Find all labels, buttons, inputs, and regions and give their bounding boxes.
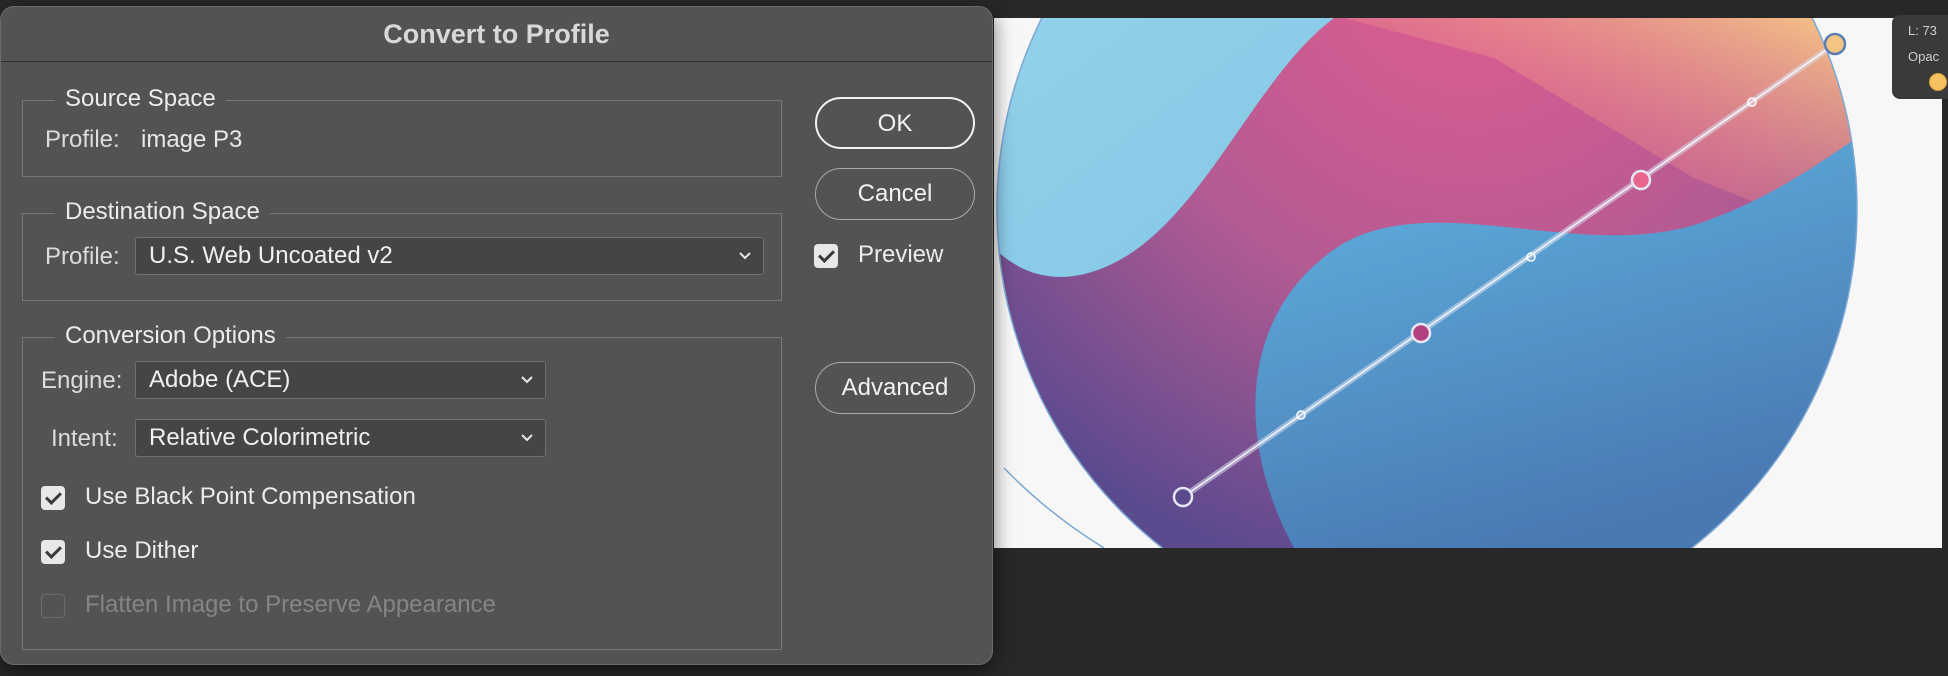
chevron-down-icon (521, 434, 533, 442)
destination-space-legend: Destination Space (55, 197, 270, 227)
dialog-title: Convert to Profile (1, 7, 992, 62)
destination-space-group: Destination Space Profile: U.S. Web Unco… (22, 197, 782, 301)
cancel-button[interactable]: Cancel (815, 168, 975, 220)
chevron-down-icon (739, 252, 751, 260)
gradient-handle-icon (1410, 322, 1432, 344)
convert-to-profile-dialog: Convert to Profile Source Space Profile:… (0, 6, 993, 665)
info-panel: L: 73 Opac (1892, 15, 1948, 99)
gradient-handle-icon (1172, 486, 1194, 508)
gradient-handle-icon (1630, 169, 1652, 191)
source-space-group: Source Space Profile: image P3 (22, 84, 782, 177)
intent-value: Relative Colorimetric (149, 424, 371, 451)
document-canvas[interactable] (994, 18, 1942, 548)
lightness-readout: L: 73 (1908, 23, 1937, 38)
artwork-sphere (996, 18, 1858, 548)
preview-checkbox[interactable] (814, 244, 838, 268)
black-point-label[interactable]: Use Black Point Compensation (85, 482, 416, 512)
dither-checkbox[interactable] (41, 540, 65, 564)
intent-label: Intent: (51, 425, 118, 452)
flatten-label: Flatten Image to Preserve Appearance (85, 591, 496, 618)
color-swatch (1929, 73, 1947, 91)
source-profile-value: image P3 (141, 126, 243, 153)
destination-profile-select[interactable]: U.S. Web Uncoated v2 (135, 237, 764, 275)
source-profile-label: Profile: (45, 126, 120, 153)
flatten-checkbox (41, 594, 65, 618)
intent-select[interactable]: Relative Colorimetric (135, 419, 546, 457)
opacity-readout: Opac (1908, 49, 1940, 64)
engine-select[interactable]: Adobe (ACE) (135, 361, 546, 399)
ok-button[interactable]: OK (815, 97, 975, 149)
destination-profile-label: Profile: (45, 243, 120, 270)
black-point-checkbox[interactable] (41, 486, 65, 510)
engine-value: Adobe (ACE) (149, 366, 291, 393)
gradient-handle-icon (1823, 32, 1847, 56)
source-space-legend: Source Space (55, 84, 226, 114)
preview-label[interactable]: Preview (858, 240, 943, 270)
dither-label[interactable]: Use Dither (85, 536, 198, 566)
conversion-options-group: Conversion Options Engine: Adobe (ACE) I… (22, 321, 782, 650)
chevron-down-icon (521, 376, 533, 384)
advanced-button[interactable]: Advanced (815, 362, 975, 414)
conversion-options-legend: Conversion Options (55, 321, 286, 351)
engine-label: Engine: (41, 367, 123, 394)
destination-profile-value: U.S. Web Uncoated v2 (149, 242, 393, 269)
